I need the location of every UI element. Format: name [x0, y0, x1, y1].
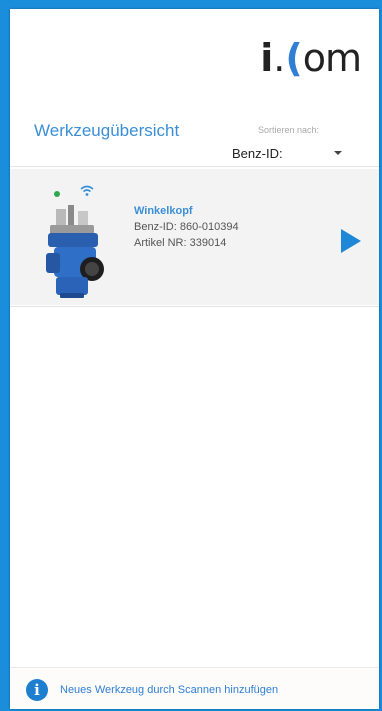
tool-name: Winkelkopf: [134, 205, 193, 217]
sort-select-value: Benz-ID:: [232, 145, 283, 161]
footer-divider: [10, 667, 379, 668]
row-divider: [10, 306, 379, 307]
wifi-icon: [80, 185, 94, 196]
play-icon[interactable]: [341, 229, 361, 253]
tool-list-item[interactable]: Winkelkopf Benz-ID: 860-010394 Artikel N…: [10, 169, 379, 305]
sort-select[interactable]: Benz-ID:: [232, 143, 346, 163]
brand-logo: i.(om: [260, 36, 362, 80]
chevron-down-icon: [334, 151, 342, 155]
tool-article-nr: Artikel NR: 339014: [134, 237, 227, 249]
tool-image: [46, 205, 104, 298]
header-divider: [10, 166, 379, 167]
status-dot-icon: [54, 191, 60, 197]
footer-bar: i Neues Werkzeug durch Scannen hinzufüge…: [10, 669, 379, 707]
add-tool-by-scan-link[interactable]: Neues Werkzeug durch Scannen hinzufügen: [60, 684, 278, 696]
info-icon: i: [26, 679, 48, 701]
sort-label: Sortieren nach:: [258, 125, 320, 135]
main-panel: i.(om Werkzeugübersicht Sortieren nach: …: [10, 9, 379, 709]
page-title: Werkzeugübersicht: [34, 121, 180, 140]
tool-benz-id: Benz-ID: 860-010394: [134, 221, 239, 233]
